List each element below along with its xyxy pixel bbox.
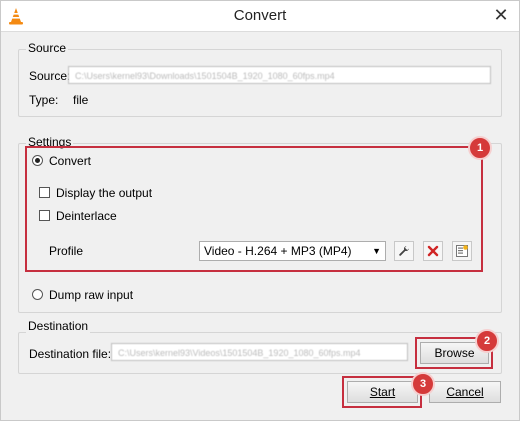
type-value: file bbox=[73, 93, 89, 107]
destination-group-label: Destination bbox=[26, 319, 91, 333]
close-button[interactable]: ✕ bbox=[487, 3, 515, 27]
settings-highlight-box bbox=[25, 146, 483, 272]
source-label: Source: bbox=[29, 69, 71, 83]
annotation-badge-2: 2 bbox=[475, 329, 499, 353]
title-bar: Convert ✕ bbox=[1, 1, 519, 32]
annotation-badge-3: 3 bbox=[411, 372, 435, 396]
dump-raw-label: Dump raw input bbox=[49, 288, 134, 302]
window-title: Convert bbox=[233, 7, 287, 24]
type-label: Type: bbox=[29, 93, 59, 107]
start-highlight-box bbox=[342, 376, 422, 408]
close-icon: ✕ bbox=[493, 5, 509, 25]
destination-file-label: Destination file: bbox=[29, 347, 112, 361]
annotation-badge-1: 1 bbox=[468, 136, 492, 160]
convert-dialog: Convert ✕ Source Source: C:\Users\kernel… bbox=[0, 0, 520, 421]
source-input[interactable]: C:\Users\kernel93\Downloads\1501504B_192… bbox=[68, 66, 491, 84]
source-group-label: Source bbox=[26, 41, 69, 55]
dump-raw-radio[interactable] bbox=[32, 289, 43, 300]
cancel-button[interactable]: Cancel bbox=[429, 381, 501, 403]
destination-file-input[interactable]: C:\Users\kernel93\Videos\1501504B_1920_1… bbox=[111, 343, 408, 361]
